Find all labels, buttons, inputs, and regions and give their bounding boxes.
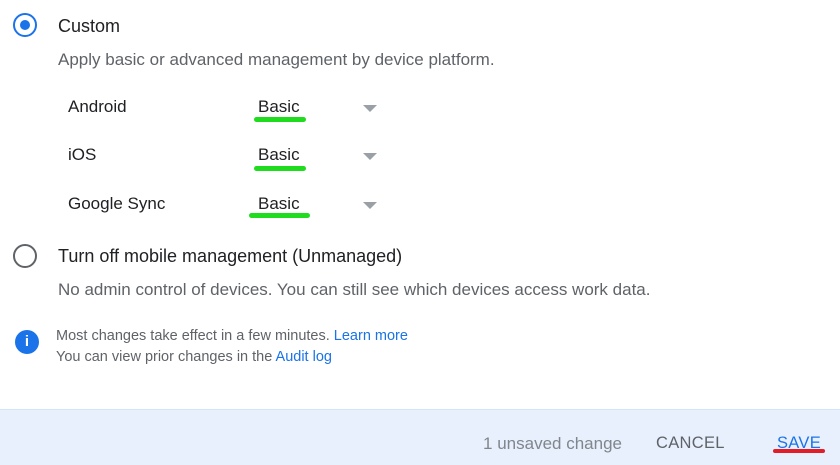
platform-row-google-sync: Google Sync Basic bbox=[68, 191, 398, 221]
info-icon: i bbox=[15, 330, 39, 354]
custom-option-title[interactable]: Custom bbox=[58, 16, 120, 37]
google-sync-management-select[interactable]: Basic bbox=[258, 194, 300, 214]
highlight-underline bbox=[249, 213, 310, 218]
custom-radio[interactable] bbox=[13, 13, 37, 37]
info-text: You can view prior changes in the bbox=[56, 349, 273, 365]
dropdown-arrow-icon[interactable] bbox=[363, 153, 377, 160]
info-line-2: You can view prior changes in the Audit … bbox=[56, 349, 332, 365]
cancel-button[interactable]: CANCEL bbox=[656, 434, 725, 453]
info-text: Most changes take effect in a few minute… bbox=[56, 328, 330, 344]
unsaved-changes-text: 1 unsaved change bbox=[483, 434, 622, 453]
audit-log-link[interactable]: Audit log bbox=[276, 349, 332, 365]
info-line-1: Most changes take effect in a few minute… bbox=[56, 328, 408, 344]
highlight-underline bbox=[254, 117, 306, 122]
highlight-underline bbox=[254, 166, 306, 171]
platform-row-ios: iOS Basic bbox=[68, 142, 398, 172]
unmanaged-option-description: No admin control of devices. You can sti… bbox=[58, 280, 651, 299]
platform-name: Android bbox=[68, 97, 127, 116]
android-management-select[interactable]: Basic bbox=[258, 97, 300, 117]
dropdown-arrow-icon[interactable] bbox=[363, 105, 377, 112]
highlight-underline bbox=[773, 449, 825, 453]
platform-row-android: Android Basic bbox=[68, 94, 398, 124]
unmanaged-option-title[interactable]: Turn off mobile management (Unmanaged) bbox=[58, 246, 402, 267]
platform-name: iOS bbox=[68, 145, 97, 164]
custom-option-description: Apply basic or advanced management by de… bbox=[58, 50, 495, 69]
dropdown-arrow-icon[interactable] bbox=[363, 202, 377, 209]
ios-management-select[interactable]: Basic bbox=[258, 145, 300, 165]
learn-more-link[interactable]: Learn more bbox=[334, 328, 408, 344]
unmanaged-radio[interactable] bbox=[13, 244, 37, 268]
footer-bar: 1 unsaved change CANCEL SAVE bbox=[0, 409, 840, 465]
platform-name: Google Sync bbox=[68, 194, 166, 213]
